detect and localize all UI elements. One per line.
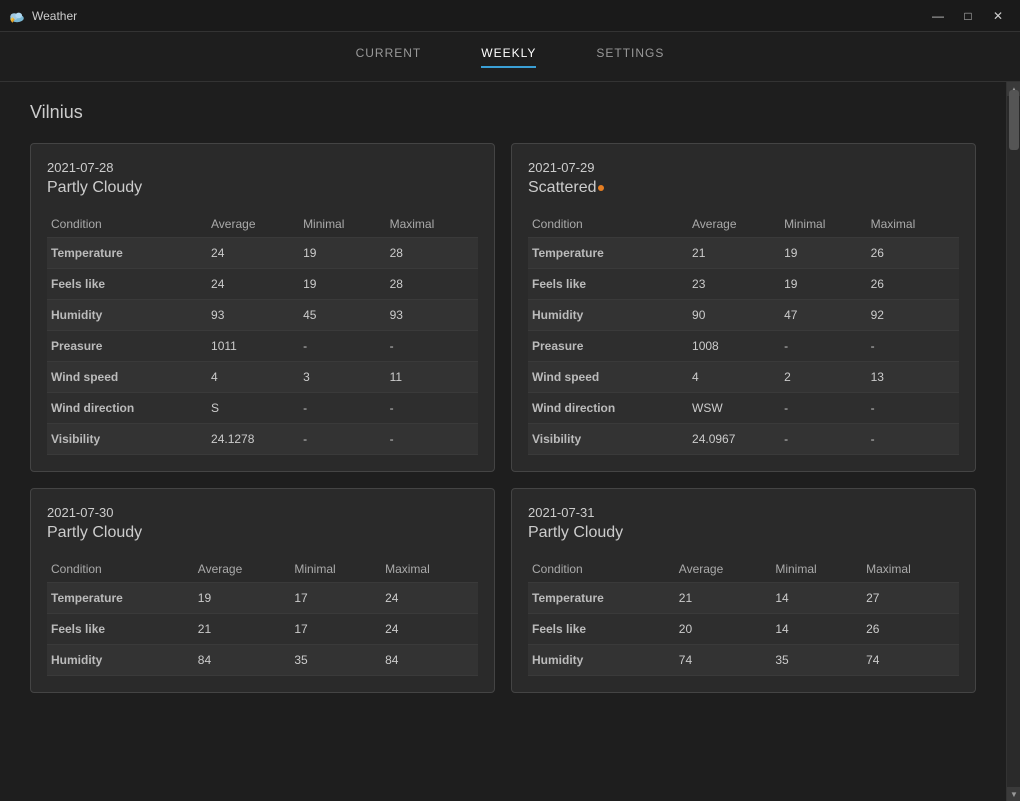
table-row: Feels like 21 17 24 [47,614,478,645]
nav-tabs: CURRENT WEEKLY SETTINGS [0,32,1020,82]
data-table-1: Condition Average Minimal Maximal Temper… [528,211,959,455]
minimize-button[interactable]: — [924,4,952,28]
weather-card-0: 2021-07-28 Partly Cloudy Condition Avera… [30,143,495,472]
table-row: Visibility 24.1278 - - [47,424,478,455]
app-icon [8,7,26,25]
card-condition-1: Scattered [528,179,959,197]
cards-grid: 2021-07-28 Partly Cloudy Condition Avera… [30,143,976,693]
card-date-0: 2021-07-28 [47,160,478,175]
card-date-3: 2021-07-31 [528,505,959,520]
card-condition-0: Partly Cloudy [47,179,478,197]
tab-weekly[interactable]: WEEKLY [481,46,536,68]
scroll-area[interactable]: Vilnius 2021-07-28 Partly Cloudy Conditi… [0,82,1006,801]
tab-current[interactable]: CURRENT [356,46,422,68]
table-row: Visibility 24.0967 - - [528,424,959,455]
card-condition-2: Partly Cloudy [47,524,478,542]
titlebar-left: Weather [8,7,77,25]
table-row: Humidity 84 35 84 [47,645,478,676]
main-content: Vilnius 2021-07-28 Partly Cloudy Conditi… [0,82,1020,801]
table-row: Temperature 21 14 27 [528,583,959,614]
col-minimal-0: Minimal [299,211,386,238]
col-average-0: Average [207,211,299,238]
table-row: Temperature 24 19 28 [47,238,478,269]
table-row: Temperature 19 17 24 [47,583,478,614]
table-row: Temperature 21 19 26 [528,238,959,269]
data-table-0: Condition Average Minimal Maximal Temper… [47,211,478,455]
tab-settings[interactable]: SETTINGS [596,46,664,68]
card-condition-3: Partly Cloudy [528,524,959,542]
table-row: Humidity 74 35 74 [528,645,959,676]
table-row: Feels like 23 19 26 [528,269,959,300]
table-row: Humidity 93 45 93 [47,300,478,331]
data-table-3: Condition Average Minimal Maximal Temper… [528,556,959,676]
table-row: Preasure 1008 - - [528,331,959,362]
city-name: Vilnius [30,102,976,123]
titlebar-controls: — □ ✕ [924,4,1012,28]
table-row: Humidity 90 47 92 [528,300,959,331]
table-row: Wind speed 4 2 13 [528,362,959,393]
scrollbar-track[interactable]: ▲ ▼ [1006,82,1020,801]
close-button[interactable]: ✕ [984,4,1012,28]
table-row: Feels like 20 14 26 [528,614,959,645]
condition-dot [598,185,604,191]
maximize-button[interactable]: □ [954,4,982,28]
card-date-2: 2021-07-30 [47,505,478,520]
app-title: Weather [32,9,77,23]
titlebar: Weather — □ ✕ [0,0,1020,32]
col-condition-0: Condition [47,211,207,238]
weather-card-2: 2021-07-30 Partly Cloudy Condition Avera… [30,488,495,693]
scrollbar-down-arrow[interactable]: ▼ [1007,787,1020,801]
table-row: Wind direction S - - [47,393,478,424]
table-row: Wind direction WSW - - [528,393,959,424]
weather-card-1: 2021-07-29 Scattered Condition Average M… [511,143,976,472]
table-row: Preasure 1011 - - [47,331,478,362]
scrollbar-thumb[interactable] [1009,90,1019,150]
weather-card-3: 2021-07-31 Partly Cloudy Condition Avera… [511,488,976,693]
data-table-2: Condition Average Minimal Maximal Temper… [47,556,478,676]
card-date-1: 2021-07-29 [528,160,959,175]
col-maximal-0: Maximal [386,211,478,238]
table-row: Feels like 24 19 28 [47,269,478,300]
table-row: Wind speed 4 3 11 [47,362,478,393]
